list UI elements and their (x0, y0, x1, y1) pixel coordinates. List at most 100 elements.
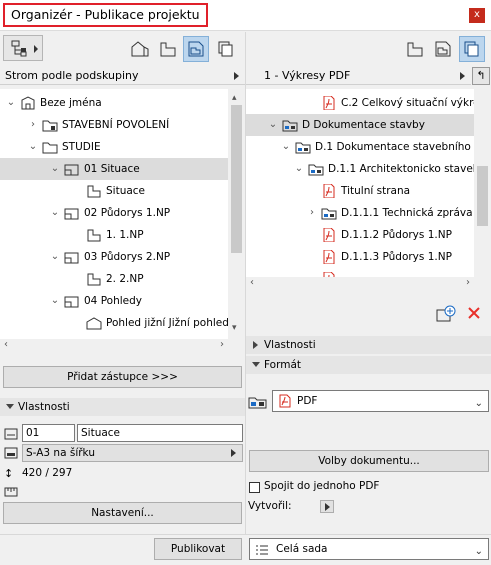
publisher-sets-tab[interactable] (213, 36, 239, 62)
settings-button[interactable]: Nastavení... (3, 502, 242, 524)
collapse-chevron-icon[interactable]: ⌄ (50, 202, 60, 224)
network-folder-icon (248, 393, 268, 414)
right-publisher-sets-tab[interactable] (459, 36, 485, 62)
left-tree-row[interactable]: ⌄ 03 Půdorys 2.NP (0, 246, 228, 268)
left-tree-label: 04 Pohledy (84, 295, 142, 307)
collapse-chevron-icon[interactable]: ⌄ (50, 158, 60, 180)
left-tree-row[interactable]: ⌄ STUDIE (0, 136, 228, 158)
expand-arrow-icon (253, 341, 258, 349)
right-tree-label: D.1.1 Architektonicko staveb (328, 163, 480, 175)
pdf-icon (321, 227, 337, 243)
collapse-chevron-icon[interactable]: ⌄ (294, 158, 304, 180)
left-hscrollbar[interactable]: ‹ › (0, 339, 245, 353)
right-tree-label: Titulní strana (341, 185, 411, 197)
left-tree-row[interactable]: Pohled jižní Jižní pohled (0, 312, 229, 334)
left-tree-row[interactable]: › STAVEBNÍ POVOLENÍ (0, 114, 228, 136)
scroll-up-icon: ▴ (232, 93, 237, 103)
bottom-separator (0, 534, 491, 535)
layout-size-value: 420 / 297 (22, 467, 73, 479)
house-icon (131, 41, 149, 57)
publish-set-select[interactable]: Celá sada ⌄ (249, 538, 489, 560)
new-item-button[interactable] (436, 305, 456, 326)
left-tree-row[interactable]: ⌄ 04 Pohledy (0, 290, 228, 312)
collapse-chevron-icon[interactable]: ⌄ (6, 92, 16, 114)
close-button[interactable]: x (469, 8, 485, 23)
document-options-button[interactable]: Volby dokumentu... (249, 450, 489, 472)
left-tree-row[interactable]: Situace (0, 180, 228, 202)
publisher-sets-icon (218, 41, 233, 57)
chevron-down-icon: ⌄ (474, 398, 483, 409)
tree-structure-icon (11, 40, 38, 57)
master-layout-selector[interactable]: S-A3 na šířku (22, 444, 243, 462)
delete-button[interactable] (466, 305, 482, 324)
right-tree-row[interactable] (246, 268, 474, 277)
view-map-tab[interactable] (155, 36, 181, 62)
tree-mode-button[interactable] (3, 35, 43, 61)
right-tree-row[interactable]: D.1.1.3 Půdorys 1.NP (246, 246, 474, 268)
right-tree-label: D.1.1.1 Technická zpráva (341, 207, 473, 219)
left-tree-label: Situace (106, 185, 146, 197)
left-tree-row[interactable]: ⌄ Beze jména (0, 92, 228, 114)
collapse-chevron-icon[interactable]: ⌄ (28, 136, 38, 158)
right-tree-label: D.1.1.3 Půdorys 1.NP (341, 251, 452, 263)
right-tree-row[interactable]: ⌄ D Dokumentace stavby (246, 114, 474, 136)
floorplan-icon (64, 162, 80, 176)
collapse-arrow-icon (252, 362, 260, 367)
left-tree-row[interactable]: 2. 2.NP (0, 268, 228, 290)
right-tree-label: C.2 Celkový situační výkres (341, 97, 486, 109)
collapse-chevron-icon[interactable]: ⌄ (281, 136, 291, 158)
publisher-set-dropdown[interactable]: 1 - Výkresy PDF (246, 67, 471, 85)
up-level-button[interactable]: ↰ (472, 67, 490, 85)
left-tree-label: 03 Půdorys 2.NP (84, 251, 171, 263)
chevron-down-icon: ⌄ (474, 546, 483, 557)
left-tree-scroll-thumb[interactable] (231, 105, 242, 253)
add-shortcut-button[interactable]: Přidat zástupce >>> (3, 366, 242, 388)
left-tree-row[interactable]: ⌄ 02 Půdorys 1.NP (0, 202, 228, 224)
left-tree-row[interactable]: ⌄ 01 Situace (0, 158, 228, 180)
right-tree-row[interactable]: ⌄ D.1 Dokumentace stavebního (246, 136, 474, 158)
layout-book-icon (435, 41, 451, 57)
right-tree-scroll-thumb[interactable] (477, 166, 488, 226)
right-hscrollbar[interactable]: ‹ › (246, 277, 491, 291)
collapse-chevron-icon[interactable]: ⌄ (50, 246, 60, 268)
left-view-dropdown[interactable]: Strom podle podskupiny (0, 67, 245, 85)
right-layout-book-tab[interactable] (430, 36, 456, 62)
right-tree-row[interactable]: C.2 Celkový situační výkres (246, 92, 485, 114)
right-tree-row[interactable]: D.1.1.2 Půdorys 1.NP (246, 224, 474, 246)
expand-chevron-icon[interactable]: › (307, 202, 317, 224)
pdf-icon (321, 183, 337, 199)
created-by-button[interactable] (320, 500, 334, 513)
layout-name-field[interactable]: Situace (77, 424, 243, 442)
right-toolbar (246, 32, 491, 64)
publisher-sets-icon (464, 41, 479, 57)
format-header[interactable]: Formát (246, 356, 491, 374)
layout-book-tab[interactable] (183, 36, 209, 62)
merge-pdf-checkbox[interactable] (249, 482, 260, 493)
publish-button[interactable]: Publikovat (154, 538, 242, 560)
collapse-chevron-icon[interactable]: ⌄ (50, 290, 60, 312)
left-tree-scrollbar[interactable]: ▴ ▾ (228, 89, 245, 339)
left-tree-label: 1. 1.NP (106, 229, 144, 241)
right-properties-header[interactable]: Vlastnosti (246, 336, 491, 354)
floorplan-icon (64, 206, 80, 220)
collapse-arrow-icon (6, 404, 14, 409)
folder-lock-icon (42, 118, 58, 132)
collapse-chevron-icon[interactable]: ⌄ (268, 114, 278, 136)
left-dropdown-label: Strom podle podskupiny (5, 69, 139, 82)
left-tree-row[interactable]: 1. 1.NP (0, 224, 228, 246)
right-tree-row[interactable]: Titulní strana (246, 180, 474, 202)
left-tree-label: STAVEBNÍ POVOLENÍ (62, 119, 170, 131)
right-tree-scrollbar[interactable] (474, 89, 491, 277)
format-select[interactable]: PDF ⌄ (272, 390, 489, 412)
triangle-right-icon (460, 72, 465, 80)
project-map-tab[interactable] (127, 36, 153, 62)
right-view-map-tab[interactable] (402, 36, 428, 62)
up-arrow-icon: ↰ (476, 69, 486, 82)
expand-chevron-icon[interactable]: › (28, 114, 38, 136)
layout-id-field[interactable]: 01 (22, 424, 75, 442)
layout-book-icon (188, 41, 204, 57)
right-tree-row[interactable]: › D.1.1.1 Technická zpráva (246, 202, 474, 224)
right-tree-row[interactable]: ⌄ D.1.1 Architektonicko staveb (246, 158, 479, 180)
left-properties-header[interactable]: Vlastnosti (0, 398, 245, 416)
building-icon (20, 96, 36, 110)
